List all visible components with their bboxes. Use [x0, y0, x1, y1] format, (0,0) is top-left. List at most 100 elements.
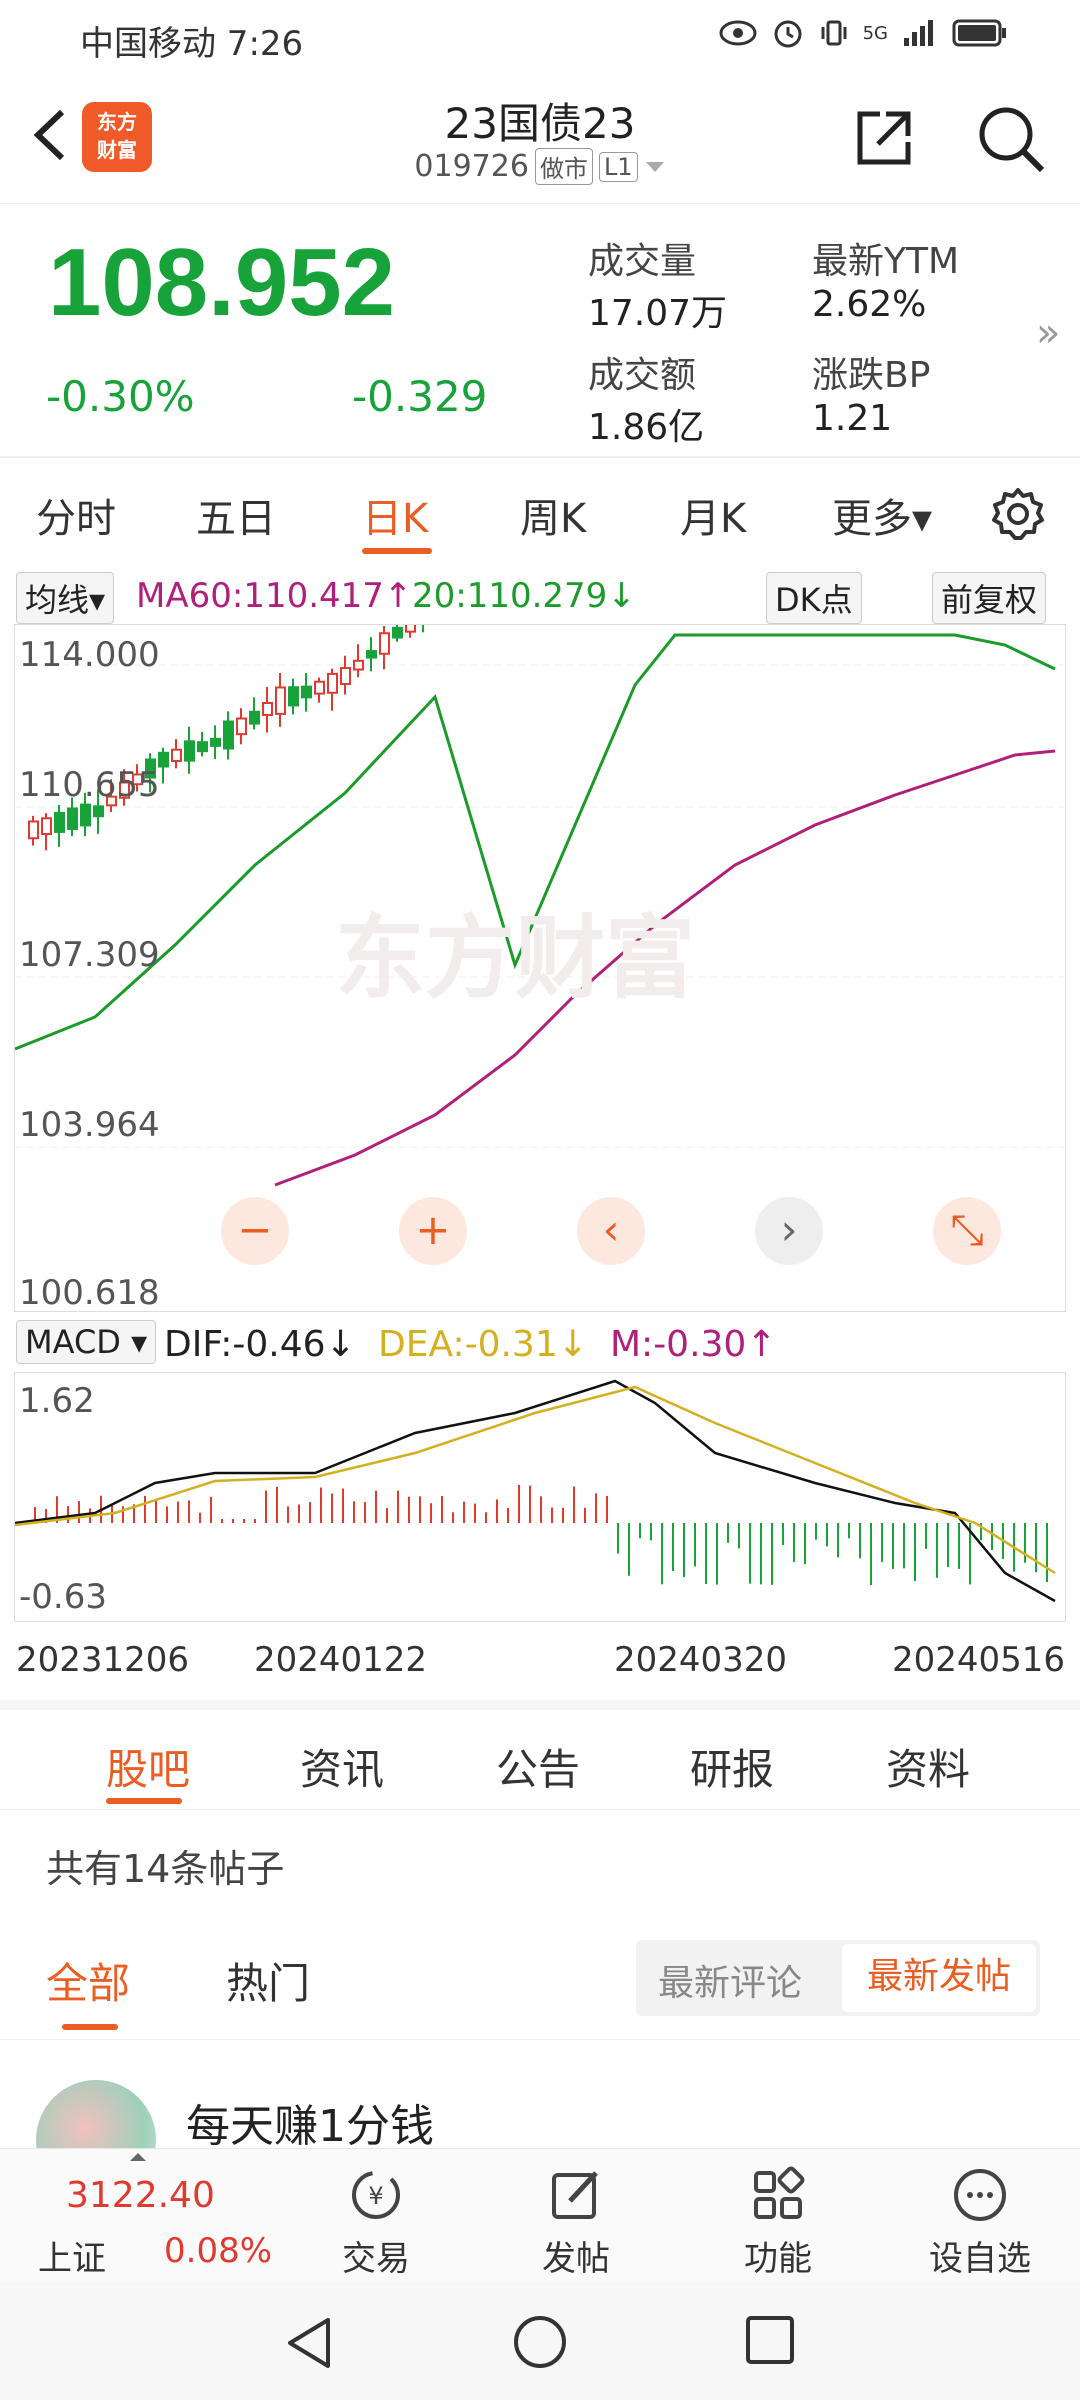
index-value[interactable]: 3122.40 — [66, 2175, 215, 2216]
zoom-in-button[interactable]: + — [399, 1197, 467, 1265]
eye-icon — [719, 20, 757, 46]
level-tag: L1 — [598, 151, 638, 182]
nav-post[interactable]: 发帖 — [516, 2165, 636, 2280]
post-count: 共有14条帖子 — [46, 1847, 285, 1891]
tab-monthly-k[interactable]: 月K — [680, 486, 746, 544]
tab-forum[interactable]: 股吧 — [106, 1736, 190, 1797]
watermark: 东方财富 — [335, 906, 695, 1011]
candle — [158, 751, 169, 768]
macd-top-label: 1.62 — [19, 1381, 95, 1421]
signal-icon — [904, 20, 933, 46]
post-item[interactable]: 每天赚1分钱 — [0, 2070, 1080, 2200]
tab-five-day[interactable]: 五日 — [196, 486, 276, 544]
stat-value-ytm: 2.62% — [812, 284, 927, 325]
index-name[interactable]: 上证 — [38, 2231, 106, 2280]
filter-all[interactable]: 全部 — [46, 1950, 130, 2011]
active-tab-underline — [362, 548, 432, 554]
trade-icon: ¥ — [352, 2171, 400, 2219]
stat-value-turnover: 1.86亿 — [588, 407, 705, 448]
more-dots-icon — [954, 2169, 1006, 2221]
security-code-row[interactable]: 019726 做市 L1 — [0, 148, 1080, 185]
bottom-nav: 3122.40 上证 0.08% ¥ 交易 发帖 功能 设自选 — [0, 2148, 1080, 2282]
carrier-time: 中国移动 7:26 — [80, 24, 304, 64]
scroll-right-button[interactable]: › — [755, 1197, 823, 1265]
tab-daily-k[interactable]: 日K — [362, 486, 428, 544]
system-recents-icon[interactable] — [744, 2314, 796, 2366]
candle — [210, 737, 221, 747]
tab-intraday[interactable]: 分时 — [36, 486, 116, 544]
tab-research[interactable]: 研报 — [690, 1736, 774, 1797]
macd-chart[interactable]: 1.62 -0.63 — [14, 1372, 1066, 1622]
post-filters: 全部 热门 最新评论 最新发帖 — [0, 1920, 1080, 2040]
nav-trade[interactable]: ¥ 交易 — [316, 2165, 436, 2280]
candle — [223, 720, 234, 750]
ma-selector[interactable]: 均线▾ — [16, 572, 115, 624]
period-tabs: 分时 五日 日K 周K 月K 更多▾ — [0, 468, 1080, 554]
fullscreen-button[interactable]: ⤡ — [933, 1197, 1001, 1265]
candle — [340, 666, 351, 686]
sort-toggle: 最新评论 最新发帖 — [636, 1940, 1040, 2016]
candle — [327, 672, 338, 694]
last-price: 108.952 — [48, 229, 396, 336]
tab-profile[interactable]: 资料 — [886, 1736, 970, 1797]
svg-text:¥: ¥ — [368, 2182, 383, 2210]
share-icon[interactable] — [852, 106, 916, 170]
filter-hot[interactable]: 热门 — [226, 1950, 310, 2011]
battery-icon — [952, 19, 1006, 47]
change-percent: -0.30% — [46, 372, 195, 421]
date-label-2: 20240122 — [254, 1640, 428, 1680]
scroll-left-button[interactable]: ‹ — [577, 1197, 645, 1265]
adjust-button[interactable]: 前复权 — [932, 572, 1047, 624]
stat-label-ytm: 最新YTM — [812, 241, 960, 282]
candle — [379, 632, 390, 655]
candle — [28, 820, 39, 840]
date-axis: 20231206 20240122 20240320 20240516 — [0, 1632, 1080, 1688]
macd-indicator-bar: MACD ▾ DIF:-0.46↓ DEA:-0.31↓ M:-0.30↑ — [0, 1312, 1080, 1372]
app-header: 东方 财富 23国债23 019726 做市 L1 — [0, 72, 1080, 204]
system-back-icon[interactable] — [284, 2316, 334, 2370]
candle — [314, 680, 325, 695]
network-label: 5G — [862, 22, 888, 44]
divider — [0, 456, 1080, 458]
candle — [392, 626, 403, 639]
system-home-icon[interactable] — [512, 2314, 568, 2370]
candle — [184, 740, 195, 762]
candle — [80, 803, 91, 827]
stat-value-volume: 17.07万 — [588, 293, 728, 334]
sort-latest-comment[interactable]: 最新评论 — [658, 1954, 802, 2006]
ma-indicator-bar: 均线▾ MA60:110.417↑ 20:110.279↓ DK点 前复权 — [0, 566, 1080, 624]
sort-latest-post[interactable]: 最新发帖 — [842, 1944, 1036, 2012]
nav-functions[interactable]: 功能 — [718, 2165, 838, 2280]
tab-announcements[interactable]: 公告 — [496, 1736, 580, 1797]
zoom-out-button[interactable]: − — [221, 1197, 289, 1265]
tab-weekly-k[interactable]: 周K — [520, 486, 586, 544]
kline-chart[interactable]: 114.000 110.655 107.309 103.964 100.618 … — [14, 624, 1066, 1313]
content-tabs: 股吧 资讯 公告 研报 资料 — [0, 1710, 1080, 1810]
expand-stats-icon[interactable]: » — [1036, 310, 1060, 356]
edit-icon — [552, 2171, 598, 2219]
page-title: 23国债23 — [444, 99, 636, 148]
date-label-4: 20240516 — [892, 1640, 1066, 1680]
post-author[interactable]: 每天赚1分钱 — [186, 2090, 434, 2154]
gear-icon[interactable] — [990, 486, 1046, 542]
y-label-4: 103.964 — [19, 1105, 160, 1145]
change-amount: -0.329 — [352, 372, 488, 421]
tab-news[interactable]: 资讯 — [300, 1736, 384, 1797]
tab-more[interactable]: 更多▾ — [832, 486, 932, 544]
macd-selector[interactable]: MACD ▾ — [16, 1320, 157, 1364]
status-bar: 中国移动 7:26 5G — [0, 0, 1080, 72]
active-filter-underline — [62, 2024, 118, 2030]
candle — [275, 686, 286, 715]
security-code: 019726 — [414, 149, 529, 184]
nav-watchlist[interactable]: 设自选 — [920, 2165, 1040, 2280]
date-label-1: 20231206 — [16, 1640, 190, 1680]
caret-up-icon — [130, 2153, 146, 2161]
dif-value: DIF:-0.46↓ — [164, 1324, 356, 1365]
stat-label-volume: 成交量 — [588, 241, 697, 282]
candle — [197, 741, 208, 753]
dk-point-button[interactable]: DK点 — [766, 572, 862, 624]
index-percent[interactable]: 0.08% — [164, 2231, 272, 2271]
y-label-2: 110.655 — [19, 765, 160, 805]
search-icon[interactable] — [976, 104, 1046, 174]
y-label-1: 114.000 — [19, 635, 160, 675]
